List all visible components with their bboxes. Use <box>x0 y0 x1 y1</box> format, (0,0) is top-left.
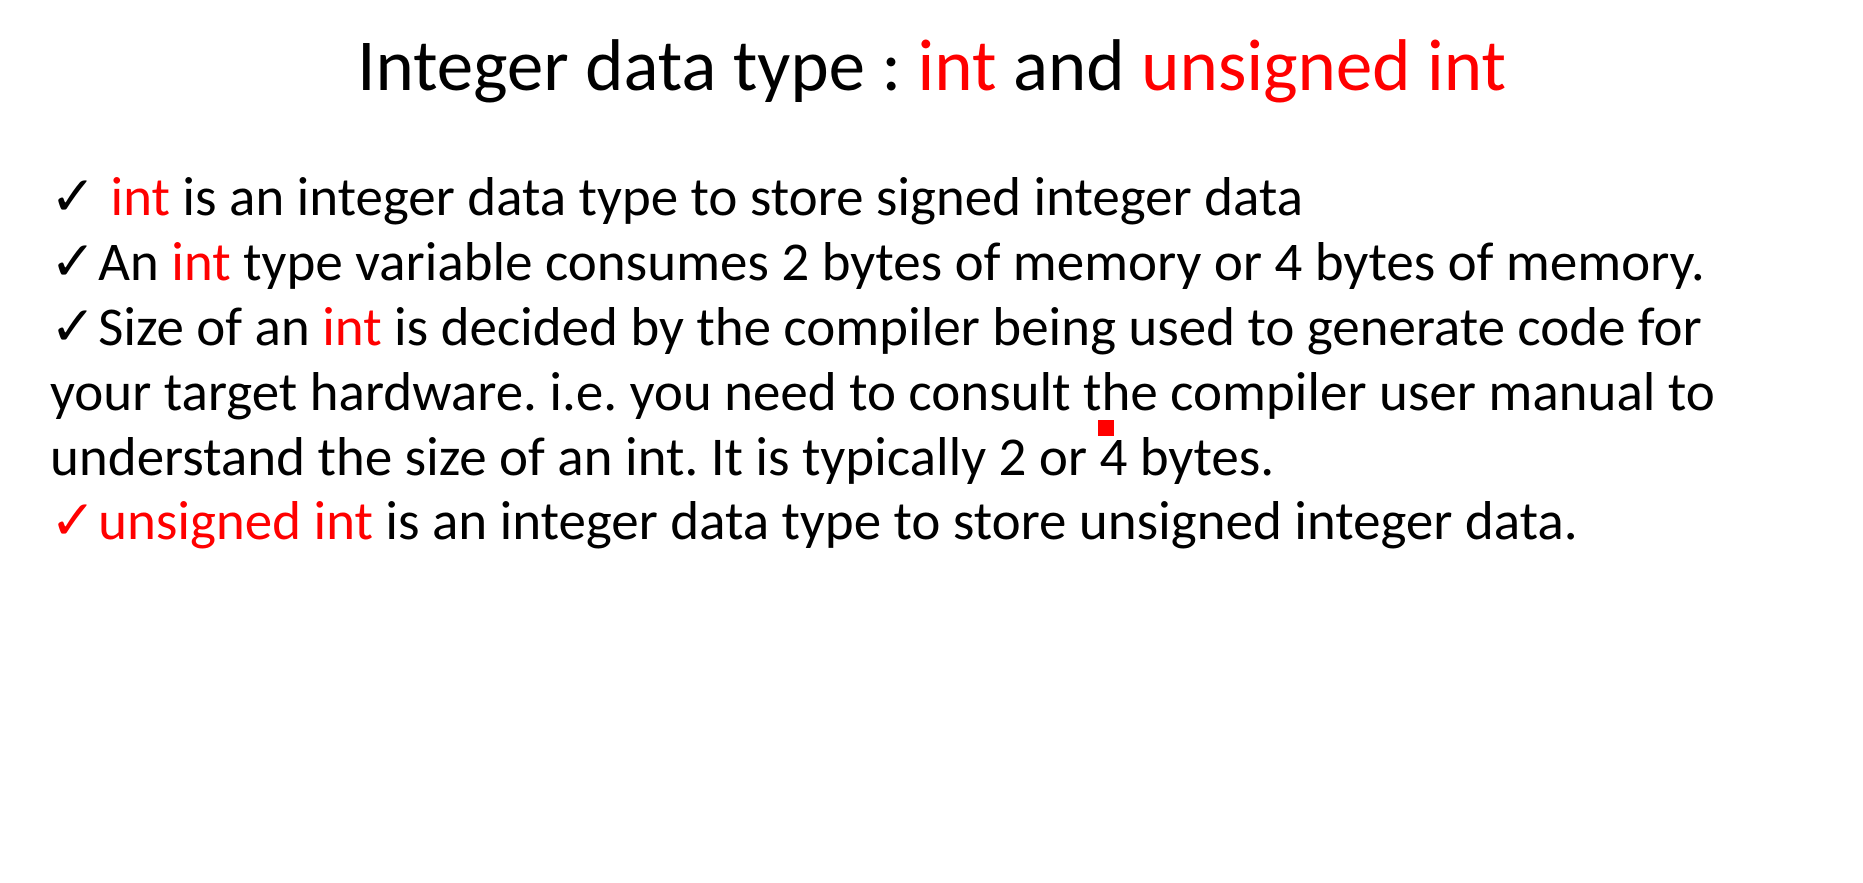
bullet-3-pre: Size of an <box>98 293 322 360</box>
bullet-3: ✓Size of an int is decided by the compil… <box>50 295 1813 490</box>
bullet-2-keyword: int <box>171 228 230 295</box>
check-icon: ✓ <box>50 234 96 289</box>
bullet-4-text: is an integer data type to store unsigne… <box>373 487 1578 554</box>
bullet-1-text: is an integer data type to store signed … <box>170 163 1303 230</box>
bullet-3-keyword: int <box>322 293 381 360</box>
bullet-2-pre: An <box>98 228 171 295</box>
check-icon: ✓ <box>50 493 96 548</box>
check-icon: ✓ <box>50 169 96 224</box>
title-keyword-int: int <box>918 20 997 110</box>
slide-title: Integer data type : int and unsigned int <box>50 20 1813 110</box>
bullet-2: ✓An int type variable consumes 2 bytes o… <box>50 230 1813 295</box>
bullet-4: ✓unsigned int is an integer data type to… <box>50 489 1813 554</box>
bullet-1-spacer <box>98 163 110 230</box>
bullet-2-text: type variable consumes 2 bytes of memory… <box>231 228 1705 295</box>
title-keyword-unsigned-int: unsigned int <box>1141 20 1506 110</box>
laser-pointer-icon <box>1098 420 1114 436</box>
slide-body: ✓ int is an integer data type to store s… <box>50 165 1813 554</box>
title-text-1: Integer data type : <box>357 20 917 110</box>
bullet-1: ✓ int is an integer data type to store s… <box>50 165 1813 230</box>
title-text-and: and <box>996 20 1141 110</box>
slide: Integer data type : int and unsigned int… <box>0 0 1863 883</box>
bullet-4-keyword: unsigned int <box>98 487 373 554</box>
check-icon: ✓ <box>50 299 96 354</box>
bullet-1-keyword: int <box>111 163 170 230</box>
